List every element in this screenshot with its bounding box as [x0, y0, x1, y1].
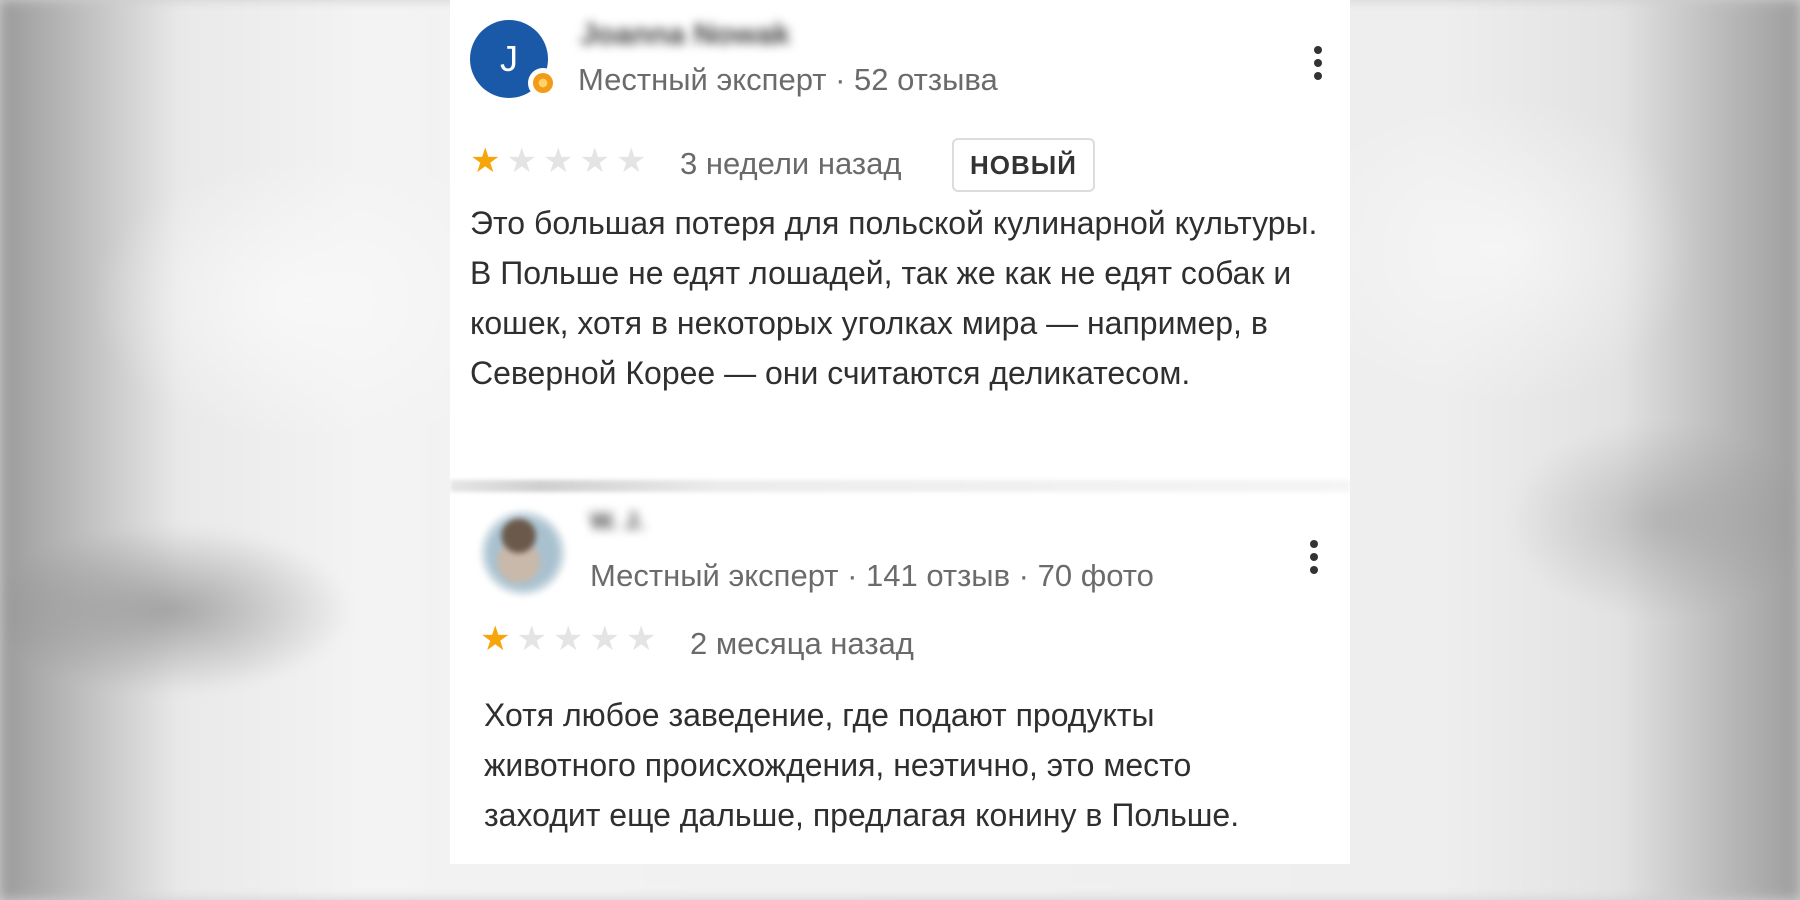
- star-empty-icon: ★: [506, 142, 537, 180]
- star-empty-icon: ★: [552, 620, 584, 658]
- review-text: Это большая потеря для польской кулинарн…: [470, 205, 1318, 391]
- review-time: 2 месяца назад: [690, 626, 914, 661]
- star-filled-icon: ★: [470, 142, 501, 180]
- more-options-icon[interactable]: [1314, 46, 1322, 80]
- author-meta: Местный эксперт · 141 отзыв · 70 фото: [590, 558, 1154, 593]
- star-empty-icon: ★: [516, 620, 547, 658]
- review-card: J Joanna Nowak Местный эксперт · 52 отзы…: [450, 0, 1350, 486]
- reviews-panel: J Joanna Nowak Местный эксперт · 52 отзы…: [450, 0, 1350, 864]
- star-empty-icon: ★: [615, 142, 647, 180]
- star-empty-icon: ★: [542, 142, 574, 180]
- star-rating: ★ ★ ★ ★ ★: [470, 144, 646, 178]
- star-rating: ★ ★ ★ ★ ★: [480, 622, 656, 656]
- review-text: Хотя любое заведение, где подают продукт…: [484, 697, 1240, 833]
- star-empty-icon: ★: [589, 620, 620, 658]
- star-empty-icon: ★: [579, 142, 610, 180]
- review-card: W. J. Местный эксперт · 141 отзыв · 70 ф…: [450, 486, 1350, 864]
- new-badge: НОВЫЙ: [952, 138, 1095, 192]
- star-filled-icon: ★: [480, 620, 511, 658]
- avatar[interactable]: [480, 510, 566, 596]
- author-name[interactable]: W. J.: [590, 508, 645, 536]
- review-time: 3 недели назад: [680, 146, 902, 181]
- author-name[interactable]: Joanna Nowak: [580, 18, 790, 52]
- author-meta: Местный эксперт · 52 отзыва: [578, 62, 998, 97]
- star-empty-icon: ★: [625, 620, 657, 658]
- local-guide-badge-icon: [528, 68, 558, 98]
- more-options-icon[interactable]: [1310, 540, 1318, 574]
